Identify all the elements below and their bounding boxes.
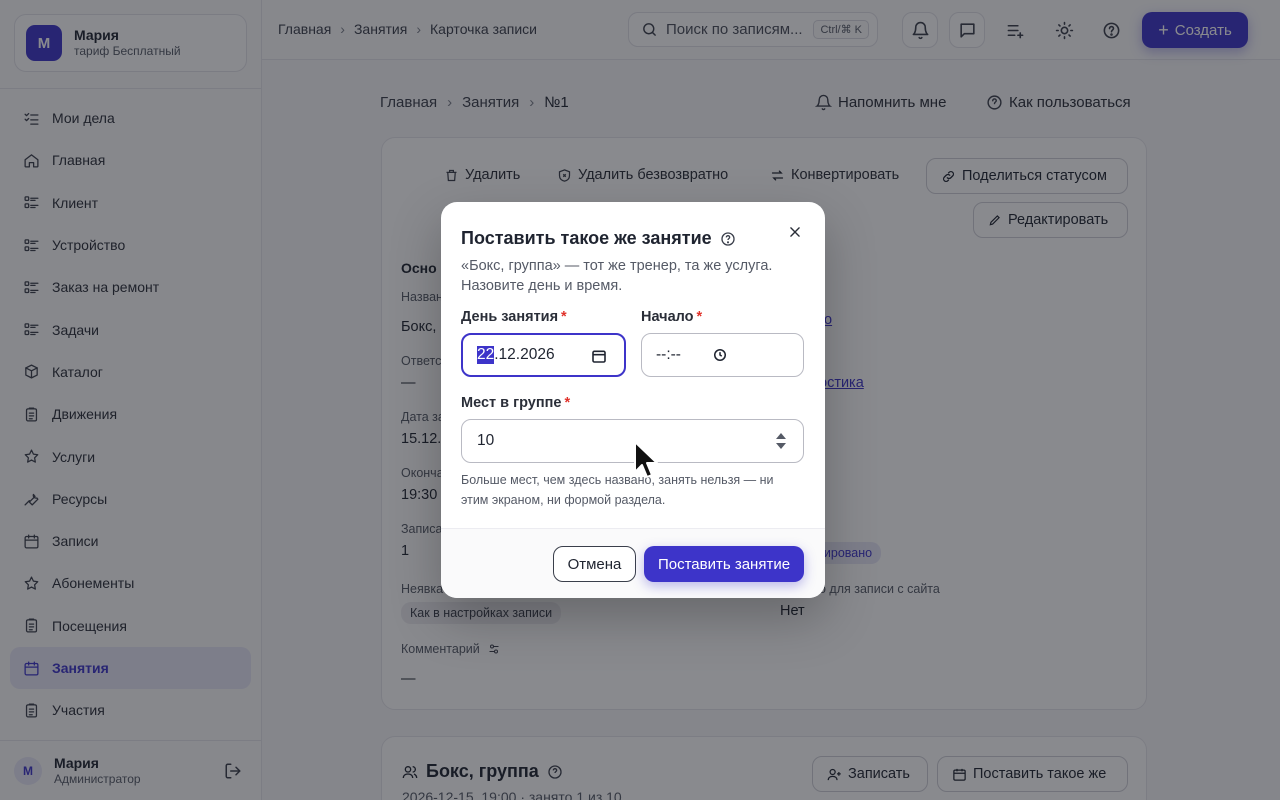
- stepper-arrows-icon[interactable]: [775, 432, 787, 450]
- seats-hint: Больше мест, чем здесь названо, занять н…: [461, 473, 774, 507]
- close-icon: [790, 227, 800, 237]
- dialog-footer: Отмена Поставить занятие: [441, 528, 825, 598]
- seats-label-text: Мест в группе: [461, 395, 562, 411]
- day-rest: .12.2026: [494, 346, 555, 363]
- required-mark: *: [696, 309, 703, 325]
- start-label-text: Начало: [641, 309, 694, 325]
- day-field-label: День занятия *: [461, 309, 567, 325]
- required-mark: *: [564, 395, 571, 411]
- start-time-value: --:--: [656, 346, 681, 363]
- day-date-input[interactable]: 22.12.2026: [461, 333, 626, 377]
- required-mark: *: [561, 309, 567, 325]
- dialog-title: Поставить такое же занятие: [461, 228, 736, 249]
- seats-value: 10: [477, 432, 495, 449]
- calendar-icon[interactable]: [591, 348, 607, 364]
- seats-field-label: Мест в группе *: [461, 395, 570, 411]
- clock-icon[interactable]: [713, 348, 727, 362]
- start-time-input[interactable]: --:--: [641, 333, 804, 377]
- dialog-description: «Бокс, группа» — тот же тренер, та же ус…: [461, 258, 773, 294]
- close-button[interactable]: [785, 222, 805, 242]
- start-field-label: Начало *: [641, 309, 702, 325]
- day-selected-segment: 22: [477, 346, 495, 364]
- mouse-cursor-icon: [634, 441, 658, 478]
- day-label-text: День занятия: [461, 309, 559, 325]
- repeat-class-dialog: Поставить такое же занятие «Бокс, группа…: [441, 202, 825, 598]
- help-circle-icon[interactable]: [720, 231, 736, 247]
- submit-button[interactable]: Поставить занятие: [644, 546, 804, 582]
- cancel-button[interactable]: Отмена: [553, 546, 636, 582]
- dialog-title-text: Поставить такое же занятие: [461, 228, 712, 248]
